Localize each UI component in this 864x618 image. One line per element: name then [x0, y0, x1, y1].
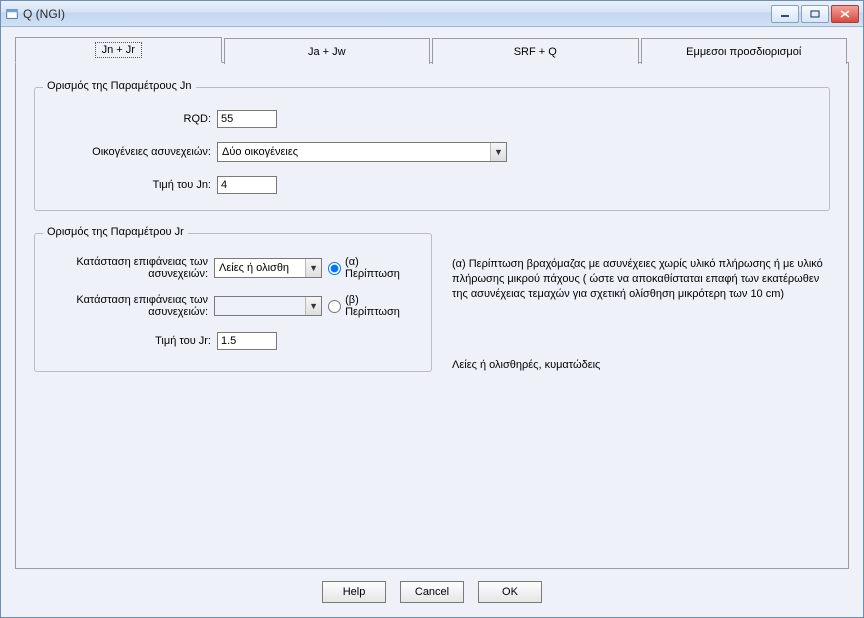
dialog-buttons: Help Cancel OK	[15, 569, 849, 609]
jn-legend: Ορισμός της Παραμέτρους Jn	[43, 80, 196, 92]
jr-value-label: Τιμή του Jr:	[51, 335, 211, 347]
jn-value-input[interactable]	[217, 176, 277, 194]
rqd-input[interactable]	[217, 110, 277, 128]
tab-label: SRF + Q	[510, 46, 561, 58]
surface-b-select[interactable]: ▼	[214, 296, 322, 316]
jr-side-notes: (α) Περίπτωση βραχόμαζας με ασυνέχειες χ…	[452, 233, 830, 372]
rqd-row: RQD:	[51, 110, 813, 128]
surface-b-label: Κατάσταση επιφάνειας των ασυνεχειών:	[51, 294, 208, 318]
case-a-radio-input[interactable]	[328, 262, 341, 275]
case-b-radio[interactable]: (β) Περίπτωση	[328, 294, 415, 318]
surface-b-row: Κατάσταση επιφάνειας των ασυνεχειών: ▼ (…	[51, 294, 415, 318]
window-buttons	[771, 5, 859, 23]
window-frame: Q (NGI) Jn + Jr Ja + Jw SRF + Q	[0, 0, 864, 618]
families-row: Οικογένειες ασυνεχειών: Δύο οικογένειες …	[51, 142, 813, 162]
maximize-button[interactable]	[801, 5, 829, 23]
help-button-label: Help	[343, 586, 366, 598]
families-value: Δύο οικογένειες	[218, 143, 490, 161]
tab-strip: Jn + Jr Ja + Jw SRF + Q Εμμεσοι προσδιορ…	[15, 37, 849, 63]
case-a-note: (α) Περίπτωση βραχόμαζας με ασυνέχειες χ…	[452, 257, 830, 302]
rqd-label: RQD:	[51, 113, 211, 125]
families-select[interactable]: Δύο οικογένειες ▼	[217, 142, 507, 162]
case-b-radio-label: (β) Περίπτωση	[345, 294, 415, 318]
jn-groupbox: Ορισμός της Παραμέτρους Jn RQD: Οικογένε…	[34, 87, 830, 211]
ok-button[interactable]: OK	[478, 581, 542, 603]
chevron-down-icon: ▼	[305, 297, 321, 315]
surface-b-value	[215, 297, 305, 315]
families-label: Οικογένειες ασυνεχειών:	[51, 146, 211, 158]
client-area: Jn + Jr Ja + Jw SRF + Q Εμμεσοι προσδιορ…	[1, 27, 863, 617]
case-a-radio[interactable]: (α) Περίπτωση	[328, 256, 415, 280]
surface-a-label: Κατάσταση επιφάνειας των ασυνεχειών:	[51, 256, 208, 280]
case-a-radio-label: (α) Περίπτωση	[345, 256, 415, 280]
case-b-radio-input[interactable]	[328, 300, 341, 313]
jr-groupbox: Ορισμός της Παραμέτρου Jr Κατάσταση επιφ…	[34, 233, 432, 372]
tab-indirect[interactable]: Εμμεσοι προσδιορισμοί	[641, 38, 848, 64]
jn-value-label: Τιμή του Jn:	[51, 179, 211, 191]
jr-value-input[interactable]	[217, 332, 277, 350]
tab-srf-q[interactable]: SRF + Q	[432, 38, 639, 64]
tab-jn-jr[interactable]: Jn + Jr	[15, 37, 222, 63]
tab-label: Ja + Jw	[304, 46, 350, 58]
close-button[interactable]	[831, 5, 859, 23]
cancel-button-label: Cancel	[415, 586, 449, 598]
surface-a-select[interactable]: Λείες ή ολισθη ▼	[214, 258, 322, 278]
tab-label: Jn + Jr	[95, 42, 142, 58]
chevron-down-icon: ▼	[490, 143, 506, 161]
minimize-button[interactable]	[771, 5, 799, 23]
surface-description: Λείες ή ολισθηρές, κυματώδεις	[452, 358, 830, 373]
tab-label: Εμμεσοι προσδιορισμοί	[682, 46, 805, 58]
jr-value-row: Τιμή του Jr:	[51, 332, 415, 350]
chevron-down-icon: ▼	[305, 259, 321, 277]
tab-ja-jw[interactable]: Ja + Jw	[224, 38, 431, 64]
tab-body: Ορισμός της Παραμέτρους Jn RQD: Οικογένε…	[15, 63, 849, 569]
jr-legend: Ορισμός της Παραμέτρου Jr	[43, 226, 188, 238]
titlebar[interactable]: Q (NGI)	[1, 1, 863, 27]
app-icon	[5, 7, 19, 21]
jr-section: Ορισμός της Παραμέτρου Jr Κατάσταση επιφ…	[34, 233, 830, 372]
window-title: Q (NGI)	[23, 7, 771, 21]
surface-a-value: Λείες ή ολισθη	[215, 259, 305, 277]
cancel-button[interactable]: Cancel	[400, 581, 464, 603]
help-button[interactable]: Help	[322, 581, 386, 603]
ok-button-label: OK	[502, 586, 518, 598]
jn-value-row: Τιμή του Jn:	[51, 176, 813, 194]
surface-a-row: Κατάσταση επιφάνειας των ασυνεχειών: Λεί…	[51, 256, 415, 280]
